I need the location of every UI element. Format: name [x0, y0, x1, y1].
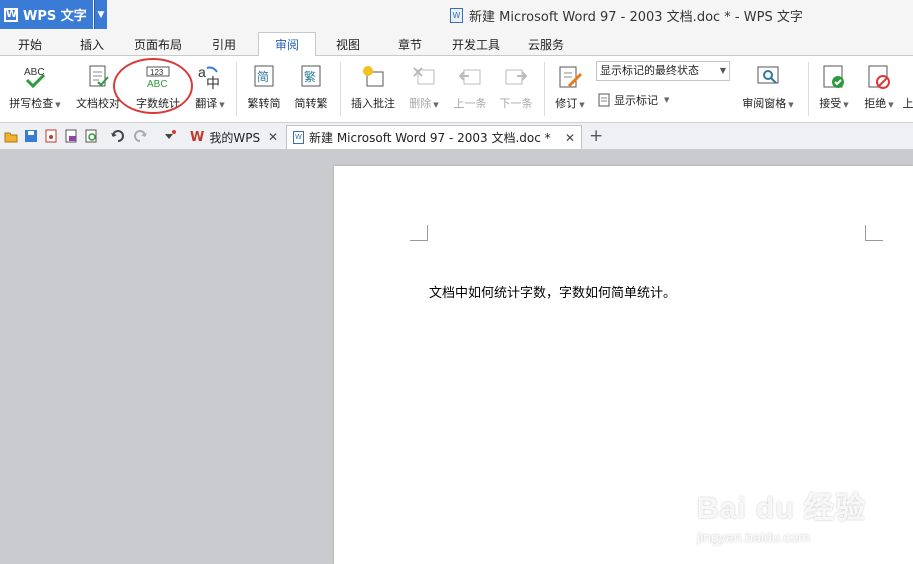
- simp-to-trad-icon: 繁: [298, 64, 324, 90]
- window-title: W 新建 Microsoft Word 97 - 2003 文档.doc * -…: [450, 6, 803, 25]
- tab-insert[interactable]: 插入: [66, 32, 118, 56]
- delete-comment-icon: [411, 64, 437, 90]
- revise-button[interactable]: 修订 ▼: [550, 56, 590, 116]
- prev-comment-button[interactable]: 上一条: [448, 56, 492, 116]
- tab-section[interactable]: 章节: [384, 32, 436, 56]
- next-comment-icon: [503, 64, 529, 90]
- translate-button[interactable]: a中 翻译 ▼: [190, 56, 230, 116]
- redo-icon[interactable]: [134, 129, 148, 143]
- review-pane-icon: [755, 64, 781, 90]
- document-body-text[interactable]: 文档中如何统计字数，字数如何简单统计。: [429, 282, 676, 301]
- close-tab-icon[interactable]: ✕: [268, 130, 278, 144]
- trad-to-simp-label: 繁转简: [247, 97, 281, 110]
- next-comment-label: 下一条: [499, 97, 533, 110]
- tab-review[interactable]: 审阅: [258, 32, 316, 57]
- quick-access-toolbar: W 我的WPS ✕ W 新建 Microsoft Word 97 - 2003 …: [0, 123, 913, 150]
- open-folder-icon[interactable]: [4, 129, 18, 143]
- tab-cloud-services[interactable]: 云服务: [516, 32, 576, 56]
- wps-red-logo-icon: W: [190, 129, 205, 145]
- tab-my-wps-label: 我的WPS: [209, 130, 261, 145]
- customize-toolbar-icon[interactable]: [162, 129, 176, 143]
- doc-proof-label: 文档校对: [76, 97, 120, 110]
- insert-comment-label: 插入批注: [351, 97, 395, 110]
- reject-label: 拒绝: [864, 97, 887, 110]
- tab-home[interactable]: 开始: [6, 32, 54, 56]
- show-markup-button[interactable]: 显示标记 ▼: [598, 92, 669, 108]
- reject-button[interactable]: 拒绝 ▼: [858, 56, 900, 116]
- svg-text:a: a: [198, 64, 206, 80]
- next-comment-button[interactable]: 下一条: [494, 56, 538, 116]
- review-pane-label: 审阅窗格: [742, 97, 787, 110]
- close-tab-icon[interactable]: ✕: [565, 131, 575, 145]
- margin-corner-top-left: [410, 225, 428, 241]
- undo-icon[interactable]: [110, 129, 124, 143]
- spell-check-icon: ABC: [22, 64, 48, 90]
- trad-to-simp-icon: 简: [251, 64, 277, 90]
- tab-document[interactable]: W 新建 Microsoft Word 97 - 2003 文档.doc * ✕: [286, 125, 582, 149]
- delete-comment-button[interactable]: 删除 ▼: [404, 56, 444, 116]
- print-preview-icon[interactable]: [84, 129, 98, 143]
- save-icon[interactable]: [24, 129, 38, 143]
- simp-to-trad-icon-text: 繁: [304, 69, 316, 84]
- wps-logo-icon: W: [4, 7, 18, 22]
- title-bar: W WPS 文字 ▼ W 新建 Microsoft Word 97 - 2003…: [0, 0, 913, 30]
- delete-comment-label: 删除: [409, 97, 432, 110]
- more-ribbon-label: 上: [903, 97, 913, 110]
- ribbon-separator: [808, 62, 809, 116]
- ribbon-separator: [236, 62, 237, 116]
- new-tab-plus-icon[interactable]: +: [589, 126, 603, 146]
- reject-icon: [866, 64, 892, 90]
- accept-label: 接受: [819, 97, 842, 110]
- trad-to-simp-button[interactable]: 简 繁转简: [242, 56, 286, 116]
- document-icon: W: [450, 8, 463, 23]
- doc-proof-icon: [85, 64, 111, 90]
- prev-comment-icon: [457, 64, 483, 90]
- tab-view[interactable]: 视图: [322, 32, 374, 56]
- tab-my-wps[interactable]: W 我的WPS ✕: [184, 125, 284, 149]
- svg-text:中: 中: [206, 76, 220, 90]
- translate-icon: a中: [197, 64, 223, 90]
- baidu-watermark-logo: Bai du 经验 jingyan.baidu.com: [697, 483, 867, 549]
- accept-button[interactable]: 接受 ▼: [814, 56, 854, 116]
- insert-comment-icon: [360, 64, 386, 90]
- margin-corner-top-right: [865, 225, 883, 241]
- spell-check-button[interactable]: ABC 拼写检查 ▼: [4, 56, 66, 116]
- spell-check-label: 拼写检查: [9, 97, 54, 110]
- watermark-url: jingyan.baidu.com: [697, 529, 810, 545]
- revise-label: 修订: [555, 97, 578, 110]
- document-icon: W: [293, 131, 304, 144]
- more-ribbon-icon: [903, 64, 913, 90]
- trad-to-simp-icon-text: 简: [257, 70, 269, 84]
- ribbon-separator: [340, 62, 341, 116]
- export-pdf-icon[interactable]: [44, 129, 58, 143]
- annotation-circle: [113, 58, 193, 114]
- menu-tab-bar: 开始 插入 页面布局 引用 审阅 视图 章节 开发工具 云服务: [0, 30, 913, 57]
- window-title-text: 新建 Microsoft Word 97 - 2003 文档.doc * - W…: [469, 10, 803, 25]
- tab-references[interactable]: 引用: [198, 32, 250, 56]
- ribbon-separator: [544, 62, 545, 116]
- app-logo-label: WPS 文字: [23, 9, 87, 24]
- tab-developer[interactable]: 开发工具: [446, 32, 506, 56]
- revise-icon: [557, 64, 583, 90]
- show-markup-label: 显示标记: [614, 94, 658, 107]
- app-menu-button[interactable]: W WPS 文字: [0, 0, 93, 29]
- simp-to-trad-label: 简转繁: [294, 97, 328, 110]
- insert-comment-button[interactable]: 插入批注: [346, 56, 400, 116]
- markup-state-value: 显示标记的最终状态: [600, 64, 699, 77]
- prev-comment-label: 上一条: [453, 97, 487, 110]
- translate-label: 翻译: [195, 97, 218, 110]
- tab-page-layout[interactable]: 页面布局: [126, 32, 190, 56]
- review-pane-button[interactable]: 审阅窗格 ▼: [736, 56, 800, 116]
- more-ribbon-button[interactable]: 上: [903, 56, 913, 116]
- show-markup-icon: [598, 93, 610, 107]
- simp-to-trad-button[interactable]: 繁 简转繁: [288, 56, 334, 116]
- chevron-down-icon: ▼: [719, 66, 726, 75]
- tab-document-label: 新建 Microsoft Word 97 - 2003 文档.doc *: [309, 131, 551, 145]
- app-menu-dropdown-button[interactable]: ▼: [94, 0, 107, 29]
- accept-icon: [821, 64, 847, 90]
- markup-state-select[interactable]: 显示标记的最终状态 ▼: [596, 61, 730, 81]
- print-icon[interactable]: [64, 129, 78, 143]
- watermark-brand: Bai du 经验: [697, 492, 867, 525]
